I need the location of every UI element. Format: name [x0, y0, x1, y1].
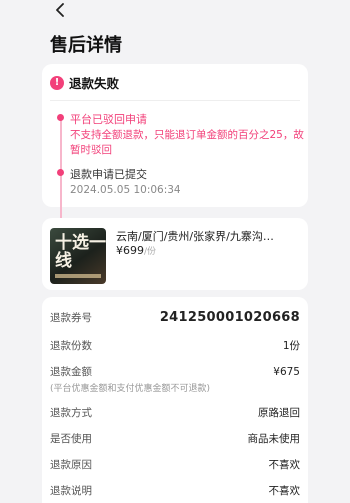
chevron-left-icon: [56, 3, 64, 17]
detail-value: 241250001020668: [159, 310, 300, 325]
detail-value: 商品未使用: [247, 433, 301, 445]
product-price: ¥699/份: [116, 244, 156, 257]
divider: [50, 100, 300, 101]
detail-key: 是否使用: [50, 433, 92, 445]
detail-row-method: 退款方式 原路退回: [50, 405, 300, 420]
detail-value: 1份: [282, 340, 300, 352]
product-name: 云南/厦门/贵州/张家界/九寨沟…: [116, 230, 274, 243]
detail-key: 退款原因: [50, 459, 92, 471]
timeline-line: [60, 119, 62, 234]
refund-detail-card: 退款券号 241250001020668 退款份数 1份 退款金额 ¥675 (…: [42, 297, 308, 503]
product-thumbnail: 十选一线: [50, 228, 106, 284]
timeline-dot: [57, 169, 64, 176]
detail-key: 退款方式: [50, 407, 92, 419]
detail-value: 不喜欢: [268, 459, 301, 471]
refund-status-card: ! 退款失败 平台已驳回申请 不支持全额退款，只能退订单金额的百分之25，故暂时…: [42, 64, 308, 234]
detail-row-amount: 退款金额 ¥675: [50, 364, 300, 379]
detail-key: 退款说明: [50, 485, 92, 497]
alert-icon: !: [50, 75, 64, 90]
product-card[interactable]: 十选一线 云南/厦门/贵州/张家界/九寨沟… ¥699/份: [42, 218, 308, 290]
amount-note: (平台优惠金额和支付优惠金额不可退款): [50, 384, 211, 394]
detail-row-used: 是否使用 商品未使用: [50, 431, 300, 446]
detail-row-explanation: 退款说明 不喜欢: [50, 483, 300, 498]
detail-key: 退款金额: [50, 366, 92, 378]
status-label: 退款失败: [69, 76, 120, 91]
status-header: ! 退款失败: [50, 73, 119, 92]
detail-key: 退款份数: [50, 340, 92, 352]
timeline-dot: [57, 114, 64, 121]
thumbnail-calligraphy: 十选一线: [55, 233, 106, 271]
page-title: 售后详情: [50, 35, 122, 56]
detail-row-reason: 退款原因 不喜欢: [50, 457, 300, 472]
timeline-time-submitted: 2024.05.05 10:06:34: [70, 184, 181, 196]
timeline-title-submitted: 退款申请已提交: [70, 168, 147, 181]
price-value: ¥699: [116, 244, 144, 257]
detail-value: ¥675: [273, 366, 300, 378]
thumbnail-strip: [55, 274, 101, 278]
detail-key: 退款券号: [50, 312, 92, 324]
detail-row-quantity: 退款份数 1份: [50, 338, 300, 353]
timeline-desc-rejected: 不支持全额退款，只能退订单金额的百分之25，故暂时驳回: [70, 129, 304, 156]
detail-row-voucher: 退款券号 241250001020668: [50, 310, 300, 325]
detail-value: 原路退回: [258, 407, 300, 419]
timeline-title-rejected: 平台已驳回申请: [70, 113, 147, 126]
detail-value: 不喜欢: [268, 485, 301, 497]
back-button[interactable]: [50, 0, 70, 20]
price-unit: /份: [144, 247, 157, 257]
